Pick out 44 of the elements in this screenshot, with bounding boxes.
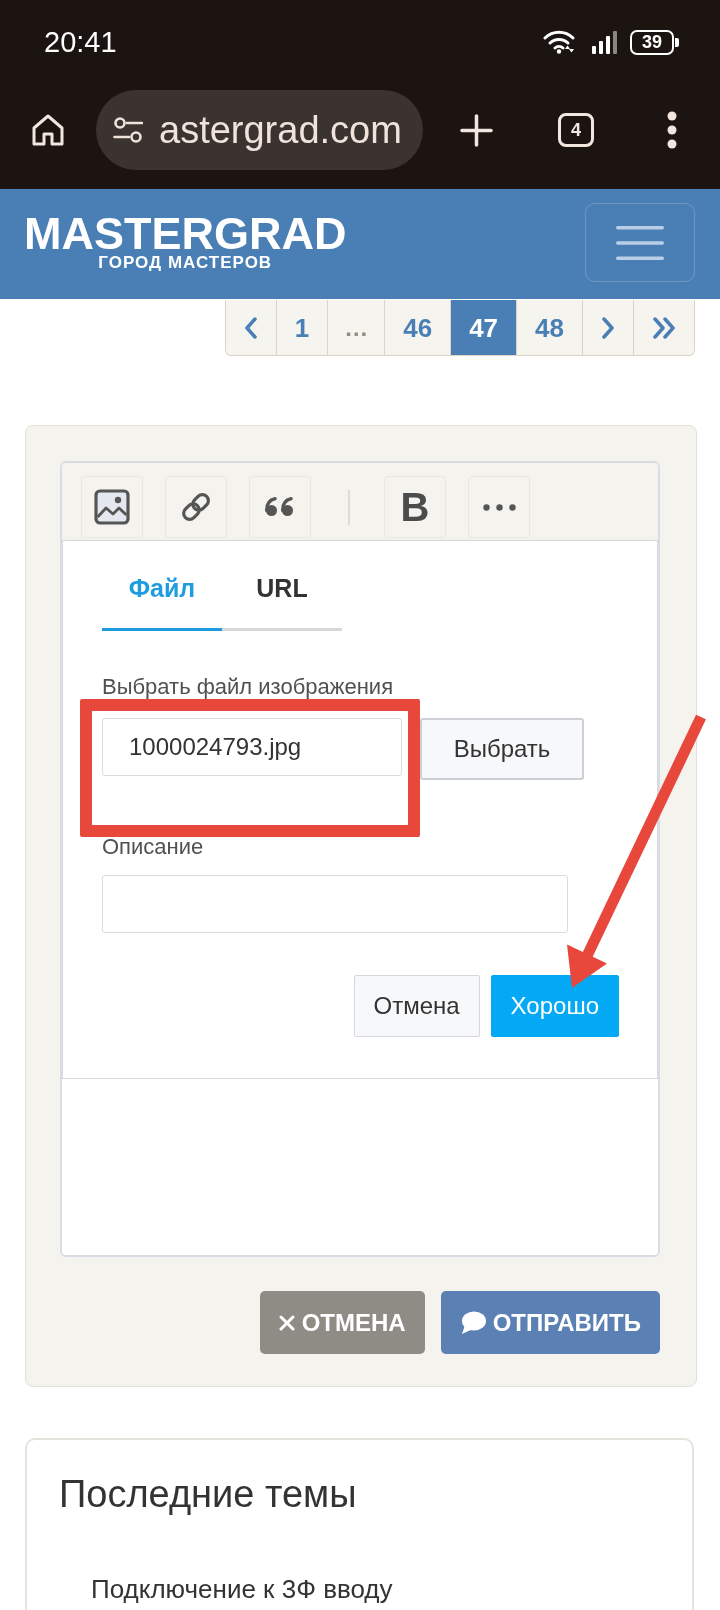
logo-tagline: ГОРОД МАСТЕРОВ [98,254,273,271]
send-button[interactable]: ОТПРАВИТЬ [440,1291,660,1354]
page-link[interactable]: 1 [275,300,328,355]
image-icon [94,489,130,525]
battery-indicator: 39 [630,29,679,55]
dialog-tab[interactable]: Файл [102,555,222,631]
speech-bubble-icon [459,1310,486,1335]
quote-icon [265,497,295,517]
plus-icon[interactable] [460,113,493,147]
logo-text[interactable]: MASTERGRAD [24,211,347,256]
wifi-icon [543,30,575,54]
field-label: Выбрать файл изображения [102,676,394,698]
signal-icon [591,30,619,54]
insert-image-button[interactable] [81,476,143,538]
menu-icon [616,224,664,261]
address-bar[interactable]: astergrad.com [96,90,423,170]
quote-button[interactable] [249,476,311,538]
pagination-ellipsis: … [327,300,385,355]
insert-link-button[interactable] [165,476,227,538]
sliders-icon[interactable] [113,117,143,143]
page-link[interactable]: 48 [516,300,582,355]
description-field[interactable] [102,875,568,933]
menu-button[interactable] [585,203,695,282]
close-icon [278,1314,295,1331]
choose-file-button[interactable]: Выбрать [420,718,584,780]
double-chevron-right-icon [652,316,676,339]
chevron-left-icon [243,316,258,339]
tab-switcher-button[interactable]: 4 [558,113,594,147]
home-icon[interactable] [31,113,65,147]
menu-icon[interactable] [666,111,678,149]
panel-title: Последние темы [59,1472,358,1517]
page-link[interactable]: 47 [450,300,517,355]
dialog-tab[interactable]: URL [222,555,342,631]
clock-time: 20:41 [44,27,117,57]
topic-link[interactable]: Подключение к 3Ф вводу [91,1573,393,1605]
file-name-field[interactable]: 1000024793.jpg [102,718,402,776]
cancel-button[interactable]: ОТМЕНА [259,1291,425,1354]
bold-button[interactable]: B [384,476,446,538]
chevron-right-icon [601,316,615,339]
more-icon [482,503,516,511]
field-label: Описание [102,836,204,858]
more-button[interactable] [468,476,530,538]
ok-button[interactable]: Хорошо [490,975,619,1037]
cancel-button[interactable]: Отмена [353,975,480,1037]
